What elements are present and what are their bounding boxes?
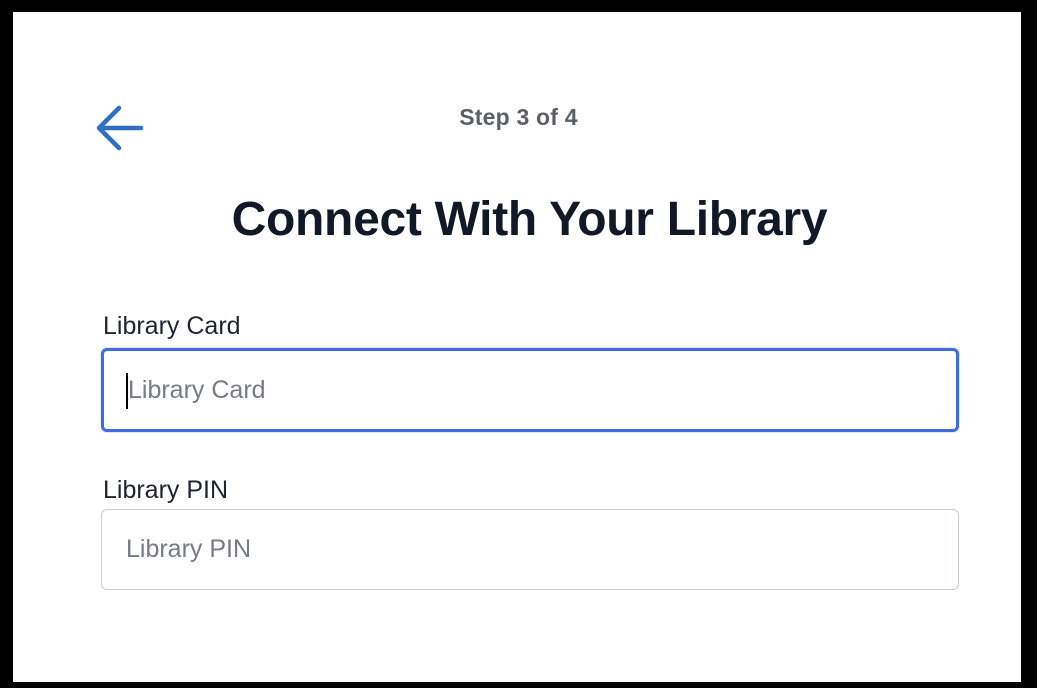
- page-title: Connect With Your Library: [231, 193, 828, 246]
- text-cursor: [126, 373, 128, 409]
- library-pin-input[interactable]: [101, 509, 959, 590]
- library-card-input[interactable]: [101, 348, 959, 432]
- step-indicator: Step 3 of 4: [459, 104, 578, 130]
- library-card-label: Library Card: [103, 312, 241, 340]
- library-pin-label: Library PIN: [103, 476, 229, 504]
